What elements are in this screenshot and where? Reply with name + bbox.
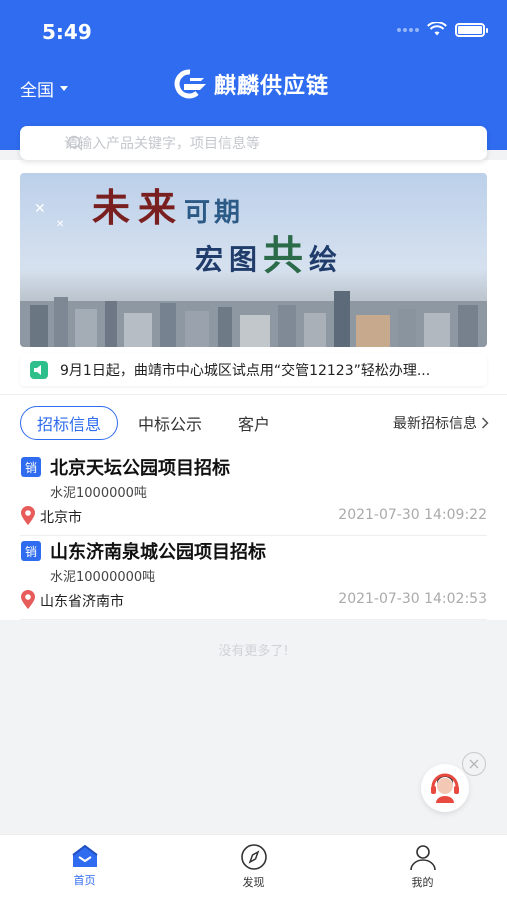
tab-award-announcement[interactable]: 中标公示 bbox=[122, 406, 218, 440]
home-icon bbox=[71, 844, 98, 867]
status-bar: 5:49 bbox=[0, 0, 507, 62]
signal-icon bbox=[397, 27, 419, 32]
close-icon[interactable] bbox=[462, 752, 486, 776]
bird-icon: ✕ bbox=[34, 201, 46, 217]
wifi-icon bbox=[427, 22, 447, 36]
battery-icon bbox=[455, 22, 488, 37]
latest-bidding-label: 最新招标信息 bbox=[393, 416, 477, 432]
tabbar-discover[interactable]: 发现 bbox=[169, 835, 338, 900]
compass-icon bbox=[240, 844, 267, 870]
status-time: 5:49 bbox=[42, 20, 92, 44]
app-title: 麒麟供应链 bbox=[214, 74, 330, 99]
brand: 麒麟供应链 bbox=[170, 68, 329, 100]
banner[interactable]: ✕ ✕ 未来可期 宏图共绘 bbox=[20, 173, 487, 347]
listing-spec: 水泥1000000吨 bbox=[50, 486, 147, 501]
region-selector[interactable]: 全国 bbox=[20, 76, 68, 101]
search-icon bbox=[67, 135, 83, 151]
status-icons bbox=[397, 22, 488, 37]
customer-service-button[interactable] bbox=[421, 764, 469, 812]
region-label: 全国 bbox=[20, 81, 54, 101]
caret-down-icon bbox=[60, 86, 68, 91]
listing-title: 山东济南泉城公园项目招标 bbox=[50, 542, 266, 563]
user-icon bbox=[409, 845, 436, 871]
tabbar-home-label: 首页 bbox=[73, 874, 96, 887]
divider bbox=[20, 619, 487, 620]
sale-tag: 销 bbox=[21, 457, 41, 477]
tabbar-home[interactable]: 首页 bbox=[0, 835, 169, 900]
notice-text: 9月1日起，曲靖市中心城区试点用“交管12123”轻松办理... bbox=[60, 363, 431, 379]
listing-title: 北京天坛公园项目招标 bbox=[50, 458, 230, 479]
notice-bar[interactable]: 9月1日起，曲靖市中心城区试点用“交管12123”轻松办理... bbox=[20, 354, 487, 386]
listing-location: 山东省济南市 bbox=[40, 594, 124, 610]
tab-customers[interactable]: 客户 bbox=[222, 406, 286, 440]
bottom-tab-bar: 首页 发现 我的 bbox=[0, 834, 507, 900]
sale-tag: 销 bbox=[21, 541, 41, 561]
list-item[interactable]: 销 山东济南泉城公园项目招标 水泥10000000吨 山东省济南市 2021-0… bbox=[0, 536, 507, 620]
latest-bidding-link[interactable]: 最新招标信息 bbox=[393, 413, 489, 433]
category-tabs: 招标信息 中标公示 客户 bbox=[20, 406, 286, 440]
listing-spec: 水泥10000000吨 bbox=[50, 570, 156, 585]
banner-slogan-line2: 宏图共绘 bbox=[195, 232, 344, 279]
divider bbox=[0, 394, 507, 395]
tabbar-mine-label: 我的 bbox=[411, 876, 434, 889]
bird-icon: ✕ bbox=[56, 219, 65, 230]
headset-icon bbox=[431, 773, 459, 803]
tab-bidding-info[interactable]: 招标信息 bbox=[20, 406, 119, 440]
listing-location: 北京市 bbox=[40, 510, 82, 526]
listing-time: 2021-07-30 14:02:53 bbox=[338, 591, 487, 607]
tabbar-discover-label: 发现 bbox=[242, 876, 265, 889]
chevron-right-icon bbox=[481, 417, 489, 429]
search-input[interactable]: 请输入产品关键字，项目信息等 bbox=[20, 126, 487, 160]
speaker-icon bbox=[30, 361, 48, 379]
tabbar-mine[interactable]: 我的 bbox=[338, 835, 507, 900]
location-pin-icon bbox=[21, 506, 35, 525]
search-placeholder: 请输入产品关键字，项目信息等 bbox=[64, 136, 260, 152]
brand-logo-icon bbox=[174, 69, 206, 99]
no-more-text: 没有更多了! bbox=[218, 644, 289, 659]
list-item[interactable]: 销 北京天坛公园项目招标 水泥1000000吨 北京市 2021-07-30 1… bbox=[0, 452, 507, 536]
listing-time: 2021-07-30 14:09:22 bbox=[338, 507, 487, 523]
location-pin-icon bbox=[21, 590, 35, 609]
